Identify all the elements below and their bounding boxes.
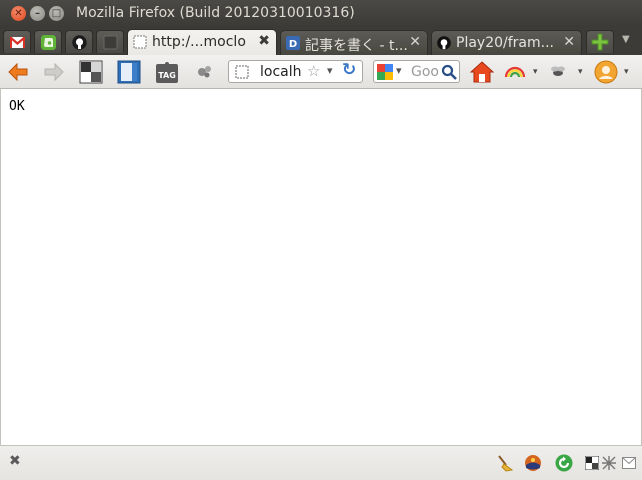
tag-label: TAG	[158, 71, 176, 80]
rainbow-dropdown[interactable]: ▾	[533, 67, 538, 77]
search-bar[interactable]: ▾ Goo	[373, 60, 460, 83]
addon-bar: ✖	[0, 445, 642, 480]
plus-icon	[591, 33, 609, 51]
url-bar[interactable]: localh ☆ ▾ ↻	[228, 60, 363, 83]
app-tab-evernote[interactable]	[34, 30, 62, 53]
app-tab-blank[interactable]	[96, 30, 124, 53]
persona-avatar-icon[interactable]	[594, 60, 618, 84]
bookmark-panel-icon[interactable]	[117, 60, 141, 84]
navigation-toolbar: TAG localh ☆ ▾ ↻ ▾ Goo ▾ ▾ ▾	[0, 55, 642, 89]
search-input[interactable]: Goo	[411, 64, 439, 80]
tab-localhost[interactable]: http:/...moclo ✖	[127, 29, 277, 56]
close-addon-bar-button[interactable]: ✖	[9, 453, 21, 469]
page-body-text: OK	[9, 99, 25, 114]
reload-icon[interactable]: ↻	[342, 60, 356, 80]
search-icon[interactable]	[441, 64, 457, 80]
window-title: Mozilla Firefox (Build 20120310010316)	[76, 5, 355, 21]
fly-icon[interactable]	[546, 60, 570, 84]
svg-text:D: D	[289, 39, 297, 50]
tab-close-button[interactable]: ✖	[258, 33, 270, 49]
tab-strip: http:/...moclo ✖ D 記事を書く - t... ✕ Play20…	[0, 28, 642, 56]
mail-icon[interactable]	[622, 457, 636, 469]
persona-dropdown[interactable]: ▾	[624, 67, 629, 77]
back-arrow-icon[interactable]	[6, 60, 30, 84]
forward-arrow-icon[interactable]	[42, 60, 66, 84]
tab-hatena-write[interactable]: D 記事を書く - t... ✕	[280, 30, 428, 55]
tab-label: 記事を書く - t...	[305, 38, 408, 54]
fly-dropdown[interactable]: ▾	[578, 67, 583, 77]
app-tab-github[interactable]	[65, 30, 93, 53]
tab-close-button[interactable]: ✕	[409, 34, 421, 50]
app-tab-gmail[interactable]	[3, 30, 31, 53]
addon-globe-icon[interactable]	[524, 454, 542, 472]
hatena-diary-icon: D	[286, 36, 300, 50]
site-identity-icon[interactable]	[235, 65, 249, 79]
blank-page-icon	[103, 35, 118, 50]
github-icon	[72, 35, 87, 50]
broom-icon[interactable]	[496, 454, 514, 472]
search-engine-dropdown[interactable]: ▾	[396, 64, 402, 77]
gmail-icon	[10, 37, 25, 48]
evernote-icon	[41, 35, 56, 50]
tag-icon[interactable]: TAG	[155, 60, 179, 84]
tab-close-button[interactable]: ✕	[563, 34, 575, 50]
url-history-dropdown[interactable]: ▾	[327, 64, 333, 77]
share-dots-icon[interactable]	[193, 60, 217, 84]
home-icon[interactable]	[470, 60, 494, 84]
google-icon[interactable]	[377, 64, 393, 80]
bookmark-star-icon[interactable]: ☆	[307, 62, 320, 80]
github-icon	[437, 36, 451, 50]
tab-label: Play20/fram...	[456, 35, 554, 51]
page-content: OK	[0, 89, 642, 445]
rainbow-icon[interactable]	[503, 60, 527, 84]
new-tab-button[interactable]	[586, 30, 614, 53]
grid-icon[interactable]	[602, 456, 616, 470]
blank-page-icon	[133, 35, 147, 49]
tab-play20[interactable]: Play20/fram... ✕	[431, 30, 582, 55]
checker-small-icon[interactable]	[585, 456, 599, 470]
window-minimize-button[interactable]: –	[30, 6, 45, 21]
tab-label: http:/...moclo	[152, 34, 246, 50]
checker-panel-icon[interactable]	[79, 60, 103, 84]
url-text[interactable]: localh	[260, 64, 302, 80]
sync-icon[interactable]	[555, 454, 573, 472]
list-all-tabs-button[interactable]: ▼	[622, 34, 630, 45]
window-close-button[interactable]: ✕	[11, 6, 26, 21]
window-maximize-button[interactable]: □	[49, 6, 64, 21]
window-titlebar: ✕ – □ Mozilla Firefox (Build 20120310010…	[0, 0, 642, 28]
